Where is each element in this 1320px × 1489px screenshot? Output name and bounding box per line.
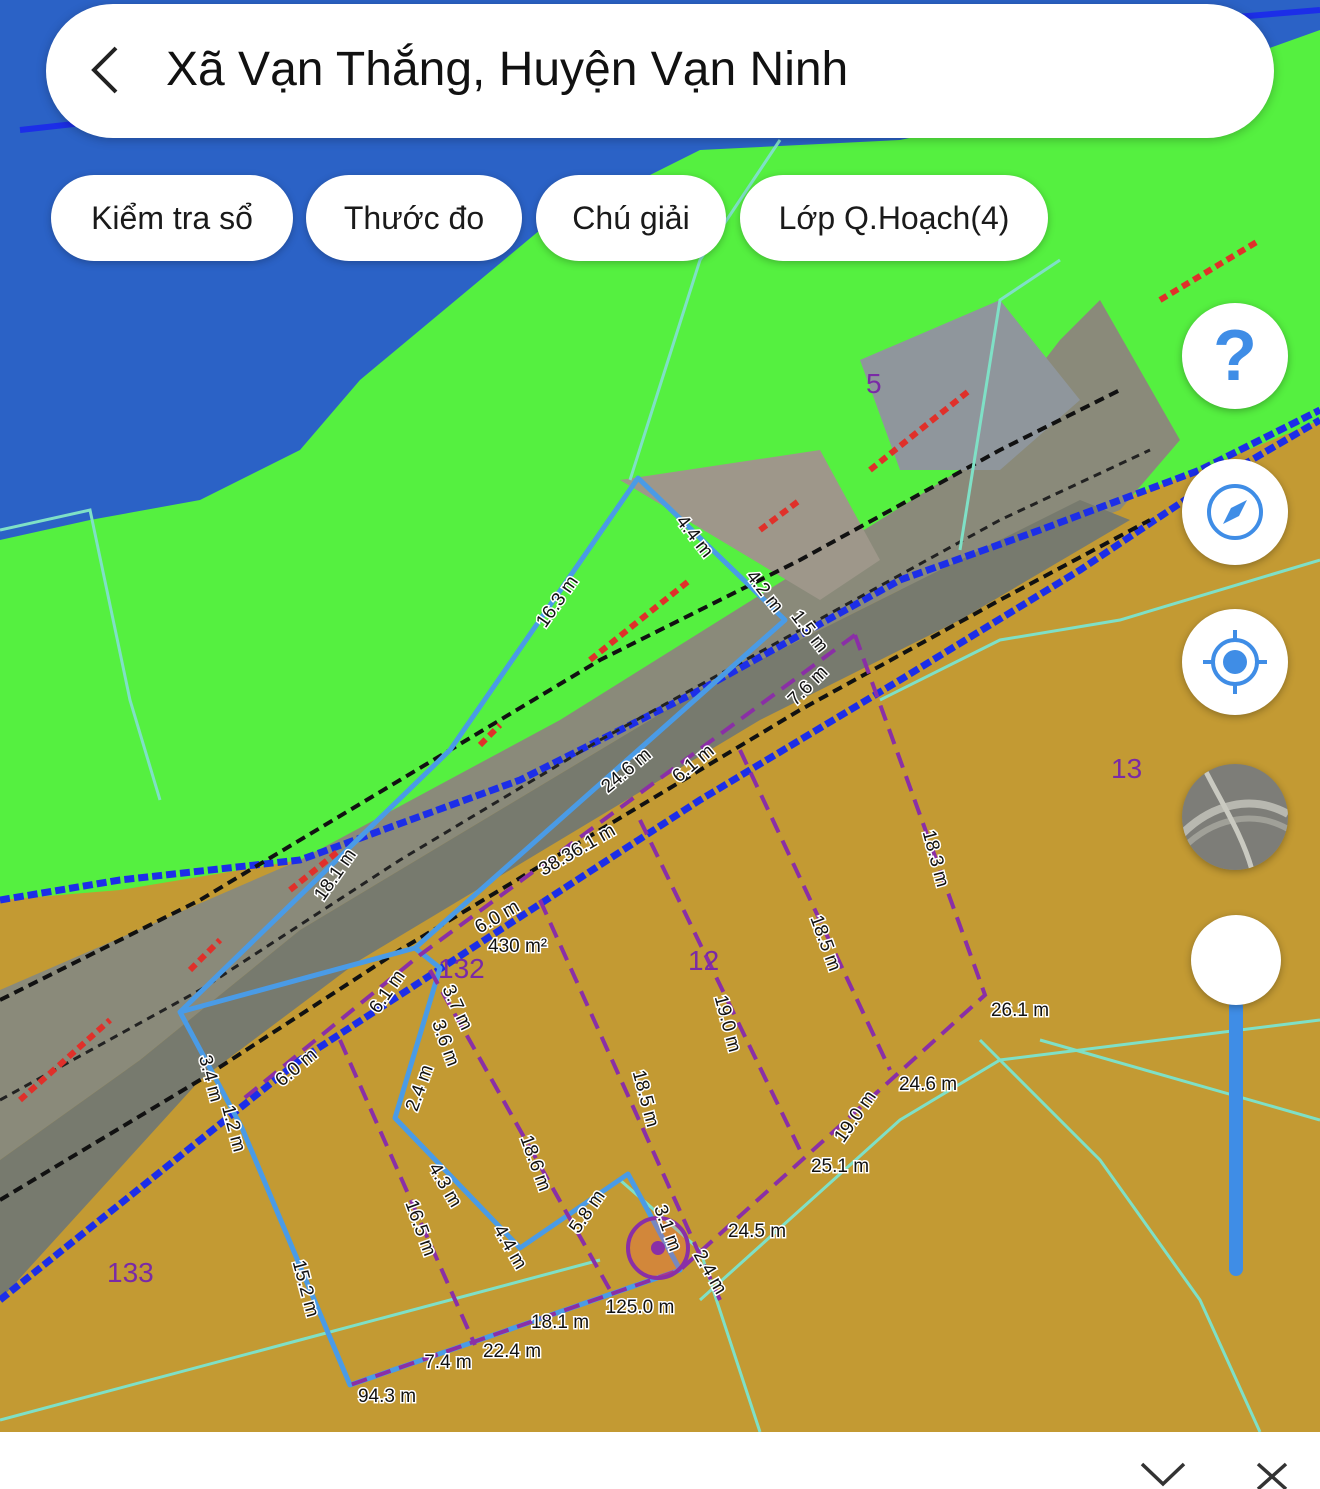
zoom-slider-handle[interactable]	[1191, 915, 1281, 1005]
measurement-label: 18.1 m	[531, 1312, 589, 1333]
measurement-label: 125.0 m	[606, 1297, 675, 1318]
parcel-number: 12	[688, 945, 719, 976]
ruler-button[interactable]: Thước đo	[306, 175, 522, 261]
page-title: Xã Vạn Thắng, Huyện Vạn Ninh	[166, 43, 849, 96]
legend-button[interactable]: Chú giải	[536, 175, 726, 261]
measurement-label: 26.1 m	[991, 1000, 1049, 1021]
planning-layers-button[interactable]: Lớp Q.Hoạch(4)	[740, 175, 1048, 261]
measurement-label: 22.4 m	[483, 1341, 541, 1362]
area-label: 430 m²	[488, 936, 547, 957]
measurement-label: 24.6 m	[899, 1074, 957, 1095]
base-layer-toggle[interactable]	[1182, 764, 1288, 870]
satellite-layer-icon	[1182, 764, 1288, 870]
parcel-number: 133	[107, 1257, 154, 1288]
help-button[interactable]: ?	[1182, 303, 1288, 409]
bottom-sheet	[0, 1432, 1320, 1489]
measurement-label: 25.1 m	[811, 1156, 869, 1177]
locate-icon	[1203, 630, 1267, 694]
my-location-button[interactable]	[1182, 609, 1288, 715]
help-icon: ?	[1213, 316, 1257, 396]
back-arrow-icon[interactable]	[78, 42, 134, 98]
chevron-down-icon[interactable]	[1138, 1458, 1188, 1489]
zoom-slider-track[interactable]	[1229, 1000, 1243, 1276]
check-book-button[interactable]: Kiểm tra sổ	[51, 175, 293, 261]
close-icon[interactable]	[1248, 1458, 1298, 1489]
measurement-label: 94.3 m	[358, 1386, 416, 1407]
compass-button[interactable]	[1182, 459, 1288, 565]
measurement-label: 24.5 m	[728, 1221, 786, 1242]
measurement-label: 7.4 m	[424, 1352, 472, 1373]
parcel-number: 5	[866, 368, 882, 399]
compass-icon	[1207, 484, 1263, 540]
parcel-number: 132	[438, 953, 485, 984]
parcel-number: 13	[1111, 753, 1142, 784]
